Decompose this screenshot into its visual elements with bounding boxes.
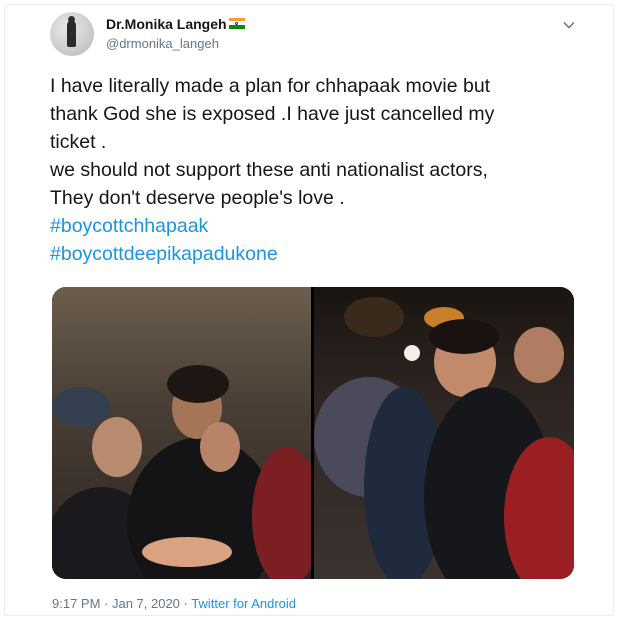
photo-shape	[92, 417, 142, 477]
tweet-text-line: I have literally made a plan for chhapaa…	[50, 75, 491, 97]
hashtag-link[interactable]: #boycottchhapaak	[50, 212, 570, 240]
tweet-source[interactable]: Twitter for Android	[191, 596, 296, 611]
tweet-photo-2[interactable]	[314, 287, 574, 579]
tweet-text-line: we should not support these anti nationa…	[50, 159, 488, 181]
photo-shape	[344, 297, 404, 337]
tweet-header: Dr.Monika Langeh @drmonika_langeh	[50, 12, 590, 62]
media-grid	[52, 287, 574, 579]
chevron-down-icon[interactable]	[562, 18, 576, 32]
tweet-text: I have literally made a plan for chhapaa…	[50, 72, 570, 268]
photo-shape	[404, 345, 420, 361]
user-handle[interactable]: @drmonika_langeh	[106, 36, 219, 51]
photo-shape	[167, 365, 229, 403]
photo-shape	[252, 447, 311, 579]
display-name[interactable]: Dr.Monika Langeh	[106, 16, 245, 32]
tweet-text-line: They don't deserve people's love .	[50, 187, 345, 209]
photo-shape	[142, 537, 232, 567]
tweet-text-line: ticket .	[50, 131, 107, 153]
hashtag-link[interactable]: #boycottdeepikapadukone	[50, 240, 570, 268]
photo-shape	[200, 422, 240, 472]
tweet-photo-1[interactable]	[52, 287, 311, 579]
avatar[interactable]	[50, 12, 94, 56]
photo-shape	[52, 387, 110, 427]
india-flag-icon	[228, 17, 245, 29]
avatar-figure	[67, 21, 76, 47]
tweet-timestamp[interactable]: 9:17 PM · Jan 7, 2020 ·	[52, 596, 191, 611]
photo-shape	[429, 319, 499, 354]
display-name-text[interactable]: Dr.Monika Langeh	[106, 16, 227, 32]
tweet-meta: 9:17 PM · Jan 7, 2020 · Twitter for Andr…	[52, 596, 296, 611]
tweet-text-line: thank God she is exposed .I have just ca…	[50, 103, 495, 125]
photo-shape	[514, 327, 564, 383]
